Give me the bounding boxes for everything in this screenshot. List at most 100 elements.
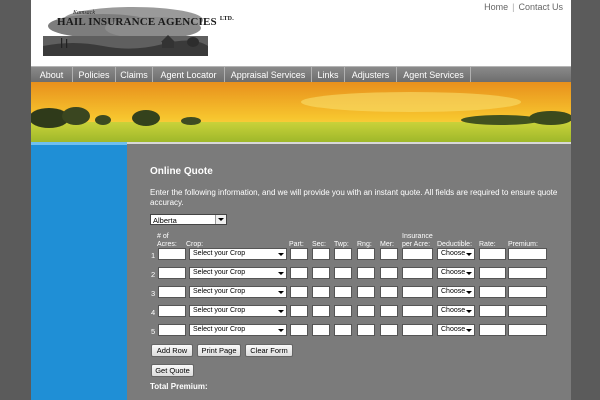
insurance-input[interactable] bbox=[402, 286, 433, 298]
home-link[interactable]: Home bbox=[484, 2, 508, 12]
chevron-down-icon bbox=[466, 310, 472, 313]
site-header: Kamsack HAIL INSURANCE AGENCIES LTD. Hom… bbox=[31, 0, 571, 66]
insurance-input[interactable] bbox=[402, 267, 433, 279]
premium-input[interactable] bbox=[508, 248, 547, 260]
chevron-down-icon bbox=[466, 291, 472, 294]
sec-input[interactable] bbox=[312, 305, 330, 317]
crop-select[interactable]: Select your Crop bbox=[189, 324, 287, 336]
mer-input[interactable] bbox=[380, 267, 398, 279]
insurance-input[interactable] bbox=[402, 305, 433, 317]
acres-input[interactable] bbox=[158, 248, 186, 260]
add-row-button[interactable]: Add Row bbox=[151, 344, 193, 357]
deductible-select-value: Choose bbox=[441, 250, 466, 257]
rng-input[interactable] bbox=[357, 248, 375, 260]
rate-input[interactable] bbox=[479, 286, 506, 298]
twp-input[interactable] bbox=[334, 248, 352, 260]
crop-select[interactable]: Select your Crop bbox=[189, 286, 287, 298]
crop-select-value: Select your Crop bbox=[193, 288, 246, 295]
province-select[interactable]: Alberta bbox=[150, 214, 227, 225]
instructions-text: Enter the following information, and we … bbox=[150, 188, 558, 207]
left-sidebar bbox=[31, 142, 127, 400]
acres-input[interactable] bbox=[158, 324, 186, 336]
mer-input[interactable] bbox=[380, 286, 398, 298]
twp-input[interactable] bbox=[334, 267, 352, 279]
nav-policies[interactable]: Policies bbox=[73, 67, 116, 83]
mer-input[interactable] bbox=[380, 248, 398, 260]
crop-select-value: Select your Crop bbox=[193, 250, 246, 257]
twp-input[interactable] bbox=[334, 324, 352, 336]
page-container: Kamsack HAIL INSURANCE AGENCIES LTD. Hom… bbox=[31, 0, 571, 400]
logo-suffix: LTD. bbox=[219, 16, 234, 22]
sec-input[interactable] bbox=[312, 324, 330, 336]
deductible-select-value: Choose bbox=[441, 288, 466, 295]
premium-input[interactable] bbox=[508, 305, 547, 317]
logo-wordmark: HAIL INSURANCE AGENCIES LTD. bbox=[57, 16, 234, 28]
mer-input[interactable] bbox=[380, 305, 398, 317]
deductible-select[interactable]: Choose bbox=[437, 248, 475, 260]
acres-input[interactable] bbox=[158, 267, 186, 279]
rate-input[interactable] bbox=[479, 324, 506, 336]
part-input[interactable] bbox=[290, 286, 308, 298]
premium-input[interactable] bbox=[508, 286, 547, 298]
deductible-select[interactable]: Choose bbox=[437, 286, 475, 298]
print-page-button[interactable]: Print Page bbox=[197, 344, 241, 357]
chevron-down-icon bbox=[278, 253, 284, 256]
insurance-input[interactable] bbox=[402, 324, 433, 336]
rng-input[interactable] bbox=[357, 286, 375, 298]
chevron-down-icon bbox=[278, 272, 284, 275]
crop-select[interactable]: Select your Crop bbox=[189, 248, 287, 260]
acres-input[interactable] bbox=[158, 286, 186, 298]
sec-input[interactable] bbox=[312, 286, 330, 298]
crop-select[interactable]: Select your Crop bbox=[189, 267, 287, 279]
header-insurance-per-acre: Insurance per Acre: bbox=[402, 233, 433, 248]
nav-links[interactable]: Links bbox=[312, 67, 345, 83]
part-input[interactable] bbox=[290, 248, 308, 260]
sec-input[interactable] bbox=[312, 248, 330, 260]
part-input[interactable] bbox=[290, 305, 308, 317]
nav-about[interactable]: About bbox=[31, 67, 73, 83]
deductible-select-value: Choose bbox=[441, 307, 466, 314]
acres-input[interactable] bbox=[158, 305, 186, 317]
site-logo[interactable]: Kamsack HAIL INSURANCE AGENCIES LTD. bbox=[43, 4, 234, 62]
sec-input[interactable] bbox=[312, 267, 330, 279]
right-gutter bbox=[571, 0, 600, 400]
rng-input[interactable] bbox=[357, 324, 375, 336]
row-number: 1 bbox=[151, 251, 156, 260]
insurance-input[interactable] bbox=[402, 248, 433, 260]
clear-form-button[interactable]: Clear Form bbox=[245, 344, 293, 357]
chevron-down-icon bbox=[215, 215, 226, 224]
get-quote-button[interactable]: Get Quote bbox=[151, 364, 194, 377]
left-gutter bbox=[0, 0, 31, 400]
rate-input[interactable] bbox=[479, 248, 506, 260]
deductible-select-value: Choose bbox=[441, 326, 466, 333]
nav-claims[interactable]: Claims bbox=[116, 67, 153, 83]
nav-adjusters[interactable]: Adjusters bbox=[345, 67, 397, 83]
rate-input[interactable] bbox=[479, 267, 506, 279]
crop-select[interactable]: Select your Crop bbox=[189, 305, 287, 317]
top-links: Home | Contact Us bbox=[484, 2, 563, 12]
canola-field-banner bbox=[31, 82, 571, 142]
chevron-down-icon bbox=[466, 253, 472, 256]
part-input[interactable] bbox=[290, 267, 308, 279]
nav-appraisal-services[interactable]: Appraisal Services bbox=[225, 67, 312, 83]
rate-input[interactable] bbox=[479, 305, 506, 317]
deductible-select[interactable]: Choose bbox=[437, 305, 475, 317]
rng-input[interactable] bbox=[357, 267, 375, 279]
deductible-select[interactable]: Choose bbox=[437, 267, 475, 279]
row-number: 5 bbox=[151, 327, 156, 336]
crop-select-value: Select your Crop bbox=[193, 269, 246, 276]
row-number: 3 bbox=[151, 289, 156, 298]
deductible-select[interactable]: Choose bbox=[437, 324, 475, 336]
twp-input[interactable] bbox=[334, 286, 352, 298]
province-value: Alberta bbox=[153, 216, 177, 225]
link-separator: | bbox=[512, 2, 515, 12]
nav-agent-locator[interactable]: Agent Locator bbox=[153, 67, 225, 83]
premium-input[interactable] bbox=[508, 267, 547, 279]
nav-agent-services[interactable]: Agent Services bbox=[397, 67, 471, 83]
twp-input[interactable] bbox=[334, 305, 352, 317]
premium-input[interactable] bbox=[508, 324, 547, 336]
rng-input[interactable] bbox=[357, 305, 375, 317]
part-input[interactable] bbox=[290, 324, 308, 336]
mer-input[interactable] bbox=[380, 324, 398, 336]
contact-us-link[interactable]: Contact Us bbox=[518, 2, 563, 12]
